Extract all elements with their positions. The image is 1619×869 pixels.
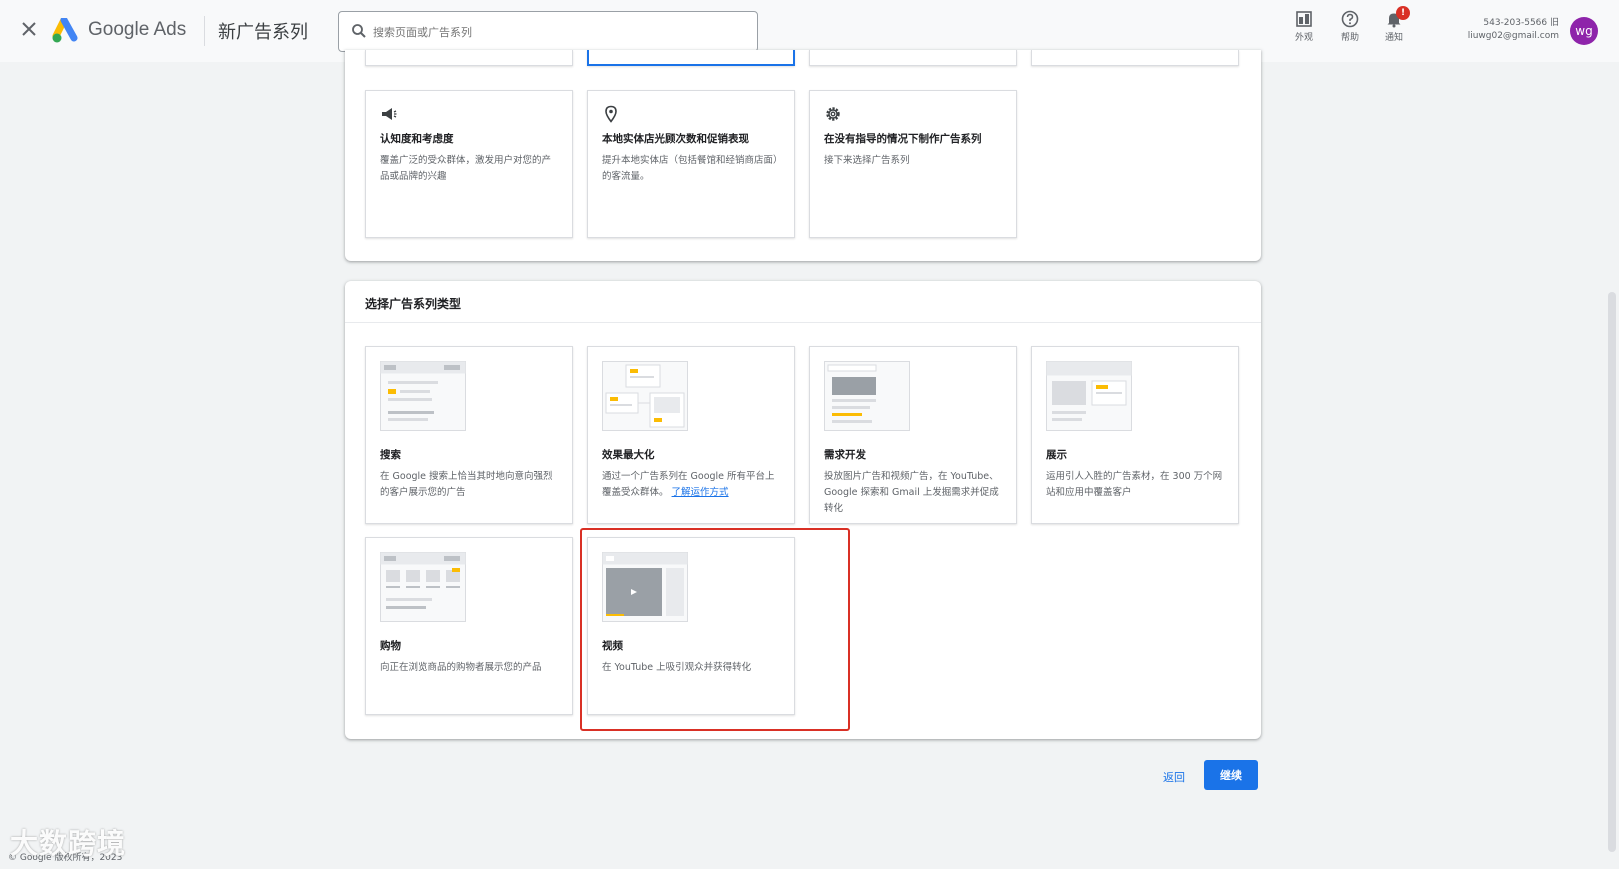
goal-title: 本地实体店光顾次数和促销表现 bbox=[602, 133, 749, 145]
appearance-button[interactable]: 外观 bbox=[1286, 10, 1322, 43]
search-box[interactable] bbox=[338, 11, 758, 52]
goal-card-stub[interactable] bbox=[809, 50, 1017, 66]
goal-title: 认知度和考虑度 bbox=[380, 133, 454, 145]
goal-desc: 提升本地实体店（包括餐馆和经销商店面）的客流量。 bbox=[602, 155, 778, 182]
account-email: liuwg02@gmail.com bbox=[1467, 31, 1559, 41]
location-pin-icon bbox=[605, 105, 617, 123]
campaign-type-desc: 投放图片广告和视频广告，在 YouTube、Google 探索和 Gmail 上… bbox=[824, 471, 999, 514]
campaign-type-desc: 通过一个广告系列在 Google 所有平台上覆盖受众群体。 了解运作方式 bbox=[602, 469, 780, 501]
page-scrollbar[interactable] bbox=[1606, 62, 1619, 869]
goal-card-stub-selected[interactable] bbox=[587, 50, 795, 66]
watermark: 大数跨境 bbox=[10, 827, 127, 860]
campaign-type-heading: 选择广告系列类型 bbox=[345, 281, 1261, 323]
goal-desc: 接下来选择广告系列 bbox=[824, 155, 910, 166]
search-input[interactable] bbox=[373, 22, 743, 42]
campaign-type-title: 效果最大化 bbox=[602, 449, 655, 461]
goal-panel: 认知度和考虑度 覆盖广泛的受众群体，激发用户对您的产品或品牌的兴趣 本地实体店光… bbox=[345, 50, 1261, 261]
gear-icon bbox=[826, 107, 840, 121]
notifications-button[interactable]: ! 通知 bbox=[1376, 6, 1412, 43]
campaign-type-title: 购物 bbox=[380, 640, 401, 652]
goal-title: 在没有指导的情况下制作广告系列 bbox=[824, 133, 982, 145]
appearance-label: 外观 bbox=[1294, 33, 1313, 43]
goal-desc: 覆盖广泛的受众群体，激发用户对您的产品或品牌的兴趣 bbox=[380, 155, 552, 182]
megaphone-icon bbox=[382, 108, 397, 120]
campaign-type-desc: 运用引人入胜的广告素材，在 300 万个网站和应用中覆盖客户 bbox=[1046, 471, 1223, 498]
goal-card-no-guidance[interactable]: 在没有指导的情况下制作广告系列 接下来选择广告系列 bbox=[809, 90, 1017, 238]
help-label: 帮助 bbox=[1340, 33, 1359, 43]
goal-card-stub[interactable] bbox=[365, 50, 573, 66]
campaign-type-title: 展示 bbox=[1046, 449, 1067, 461]
goal-card-local-store[interactable]: 本地实体店光顾次数和促销表现 提升本地实体店（包括餐馆和经销商店面）的客流量。 bbox=[587, 90, 795, 238]
performance-max-illustration bbox=[602, 361, 688, 431]
shopping-campaign-illustration bbox=[380, 552, 466, 622]
notification-badge: ! bbox=[1396, 6, 1410, 20]
back-button[interactable]: 返回 bbox=[1155, 764, 1193, 792]
search-icon bbox=[352, 24, 366, 38]
continue-button[interactable]: 继续 bbox=[1204, 760, 1258, 790]
scrollbar-thumb[interactable] bbox=[1608, 292, 1616, 852]
campaign-type-shopping[interactable]: 购物 向正在浏览商品的购物者展示您的产品 bbox=[365, 537, 573, 715]
header-divider bbox=[204, 16, 205, 46]
campaign-type-title: 需求开发 bbox=[824, 449, 866, 461]
campaign-type-title: 搜索 bbox=[380, 449, 401, 461]
close-icon[interactable] bbox=[20, 20, 38, 38]
account-phone: 543-203-5566 旧 bbox=[1483, 18, 1559, 28]
avatar[interactable]: wg bbox=[1570, 17, 1598, 45]
appearance-icon bbox=[1296, 11, 1312, 27]
demand-gen-illustration bbox=[824, 361, 910, 431]
account-info[interactable]: 543-203-5566 旧 liuwg02@gmail.com bbox=[1468, 17, 1559, 43]
video-card-highlight bbox=[580, 528, 850, 731]
brand-name: Google Ads bbox=[88, 19, 187, 40]
help-button[interactable]: 帮助 bbox=[1332, 10, 1368, 43]
campaign-type-desc: 向正在浏览商品的购物者展示您的产品 bbox=[380, 662, 542, 673]
goal-card-stub[interactable] bbox=[1031, 50, 1239, 66]
search-campaign-illustration bbox=[380, 361, 466, 431]
campaign-type-desc: 在 Google 搜索上恰当其时地向意向强烈的客户展示您的广告 bbox=[380, 471, 553, 498]
learn-how-it-works-link[interactable]: 了解运作方式 bbox=[672, 487, 729, 498]
campaign-type-demand-gen[interactable]: 需求开发 投放图片广告和视频广告，在 YouTube、Google 探索和 Gm… bbox=[809, 346, 1017, 524]
campaign-type-search[interactable]: 搜索 在 Google 搜索上恰当其时地向意向强烈的客户展示您的广告 bbox=[365, 346, 573, 524]
goal-card-awareness[interactable]: 认知度和考虑度 覆盖广泛的受众群体，激发用户对您的产品或品牌的兴趣 bbox=[365, 90, 573, 238]
notifications-label: 通知 bbox=[1384, 33, 1403, 43]
google-ads-logo-icon bbox=[52, 18, 78, 43]
help-icon bbox=[1341, 10, 1359, 28]
page-title: 新广告系列 bbox=[218, 22, 308, 43]
campaign-type-display[interactable]: 展示 运用引人入胜的广告素材，在 300 万个网站和应用中覆盖客户 bbox=[1031, 346, 1239, 524]
display-campaign-illustration bbox=[1046, 361, 1132, 431]
campaign-type-performance-max[interactable]: 效果最大化 通过一个广告系列在 Google 所有平台上覆盖受众群体。 了解运作… bbox=[587, 346, 795, 524]
